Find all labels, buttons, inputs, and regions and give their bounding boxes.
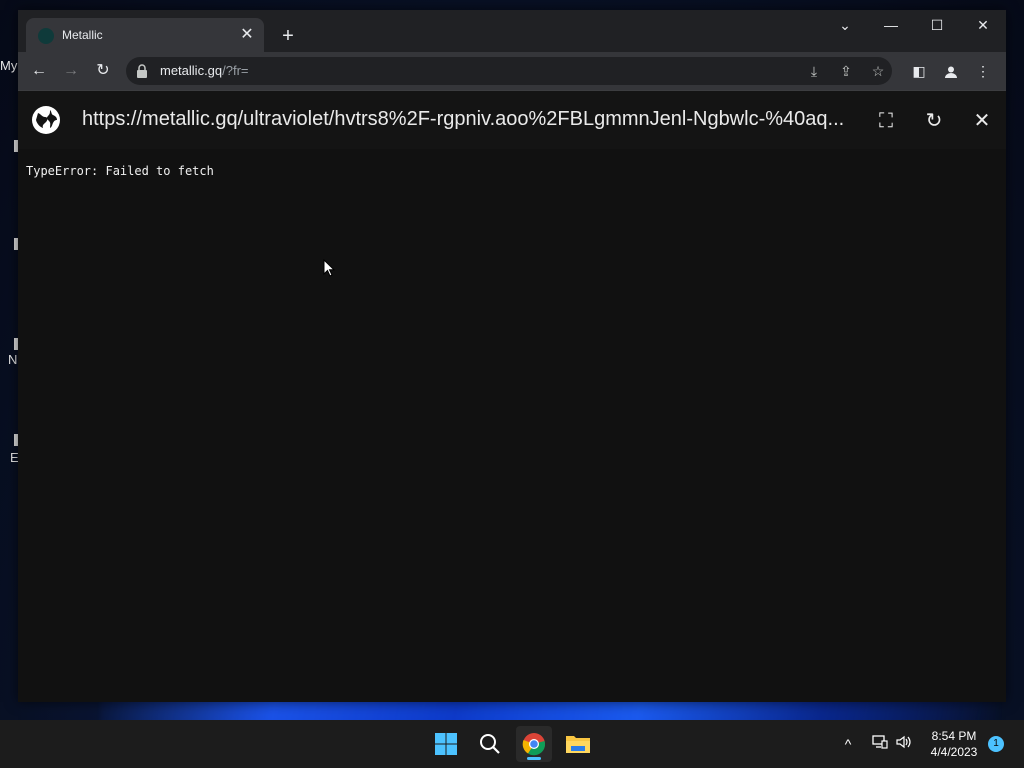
- system-clock[interactable]: 8:54 PM 4/4/2023: [914, 728, 994, 760]
- desktop-icon-label[interactable]: My: [0, 58, 20, 73]
- back-button[interactable]: ←: [26, 58, 52, 84]
- favicon-icon: [38, 28, 54, 44]
- taskbar-search-button[interactable]: [472, 726, 508, 762]
- error-message: TypeError: Failed to fetch: [26, 164, 214, 178]
- proxy-close-icon[interactable]: ✕: [968, 107, 996, 135]
- volume-icon[interactable]: [894, 734, 914, 754]
- taskbar-chrome-button[interactable]: [516, 726, 552, 762]
- install-icon[interactable]: ⤓: [804, 61, 824, 81]
- profile-icon[interactable]: [938, 58, 964, 84]
- search-icon: [480, 734, 500, 754]
- network-icon[interactable]: [870, 734, 890, 754]
- menu-icon[interactable]: ⋮: [970, 58, 996, 84]
- browser-toolbar: ← → ↻ metallic.gq/?fr= ⤓ ⇪ ☆ ◧ ⋮: [18, 52, 1006, 90]
- globe-icon: [32, 106, 60, 134]
- minimize-button[interactable]: —: [868, 10, 914, 40]
- taskbar-file-explorer-button[interactable]: [560, 726, 596, 762]
- url-text[interactable]: metallic.gq/?fr=: [160, 63, 249, 78]
- close-window-button[interactable]: ✕: [960, 10, 1006, 40]
- side-panel-icon[interactable]: ◧: [906, 58, 932, 84]
- tab-title: Metallic: [62, 28, 103, 42]
- new-tab-button[interactable]: +: [276, 24, 300, 48]
- tab-search-icon[interactable]: ⌄: [822, 10, 868, 40]
- browser-window: Metallic ✕ + ⌄ — ☐ ✕ ← → ↻ metallic.gq/?…: [18, 10, 1006, 702]
- start-icon: [435, 733, 457, 755]
- active-indicator: [527, 757, 541, 760]
- fullscreen-icon[interactable]: ⛶: [872, 107, 900, 135]
- proxied-url: https://metallic.gq/ultraviolet/hvtrs8%2…: [82, 108, 845, 130]
- bookmark-star-icon[interactable]: ☆: [868, 61, 888, 81]
- start-button[interactable]: [428, 726, 464, 762]
- page-content: https://metallic.gq/ultraviolet/hvtrs8%2…: [18, 91, 1006, 702]
- reload-button[interactable]: ↻: [90, 58, 116, 84]
- lock-icon[interactable]: [136, 64, 148, 78]
- url-path: /?fr=: [222, 63, 249, 78]
- maximize-button[interactable]: ☐: [914, 10, 960, 40]
- tray-overflow-chevron-icon[interactable]: ^: [838, 734, 858, 754]
- mouse-cursor-icon: [323, 259, 335, 277]
- tab-close-icon[interactable]: ✕: [236, 24, 258, 46]
- proxy-reload-icon[interactable]: ↻: [920, 107, 948, 135]
- chrome-icon: [522, 733, 546, 756]
- file-explorer-icon: [566, 736, 590, 753]
- url-host: metallic.gq: [160, 63, 223, 78]
- proxy-header: https://metallic.gq/ultraviolet/hvtrs8%2…: [18, 91, 1006, 149]
- forward-button[interactable]: →: [58, 58, 84, 84]
- taskbar: ^ 8:54 PM 4/4/2023 1: [0, 720, 1024, 768]
- notification-badge[interactable]: 1: [988, 736, 1004, 752]
- clock-date: 4/4/2023: [930, 745, 978, 759]
- tab-strip: Metallic ✕ + ⌄ — ☐ ✕: [18, 10, 1006, 52]
- address-bar[interactable]: metallic.gq/?fr= ⤓ ⇪ ☆: [126, 57, 892, 85]
- clock-time: 8:54 PM: [931, 729, 977, 743]
- tab-metallic[interactable]: Metallic ✕: [26, 18, 264, 52]
- share-icon[interactable]: ⇪: [836, 61, 856, 81]
